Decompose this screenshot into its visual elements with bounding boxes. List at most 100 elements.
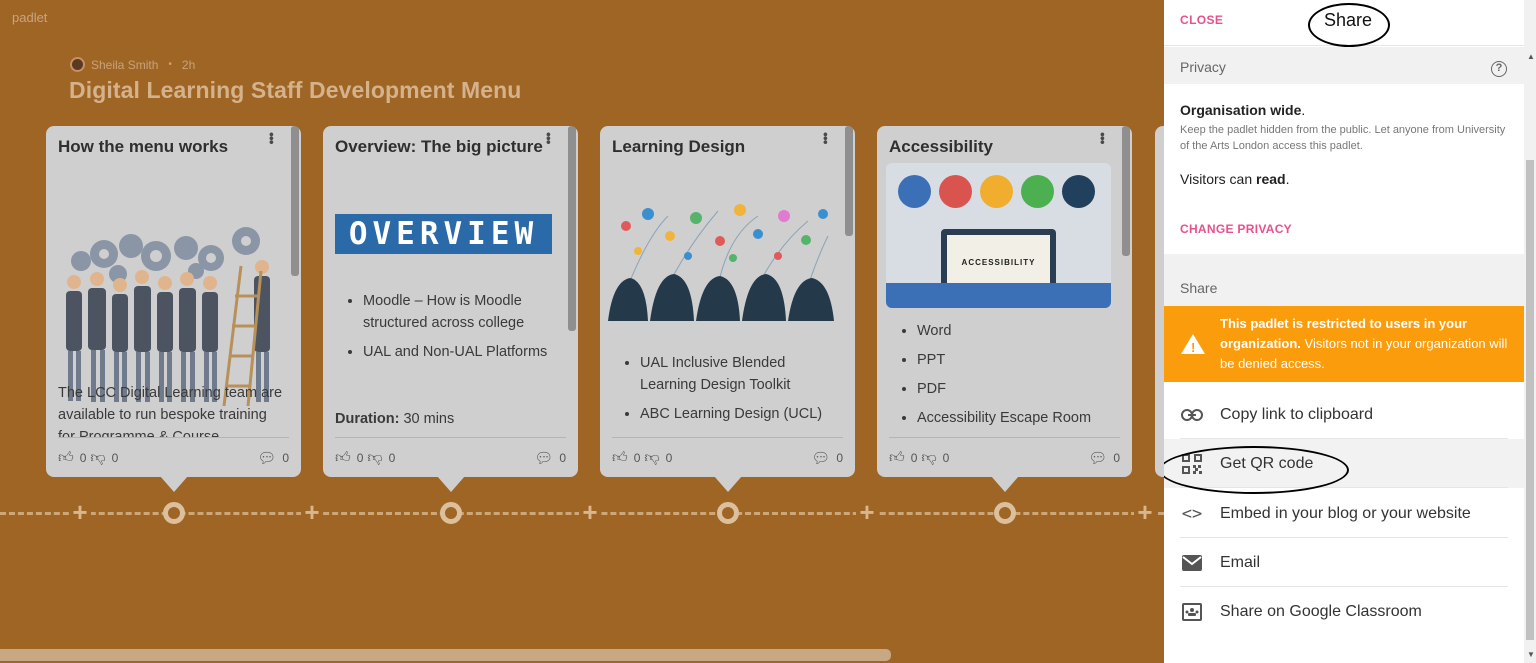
card-pointer xyxy=(714,476,742,492)
card-reactions: 👍︎ 0 👎︎ 0 💬︎ 0 xyxy=(58,437,289,477)
share-section-label: Share xyxy=(1180,280,1218,296)
like-count: 0 xyxy=(633,450,641,465)
comment-count: 0 xyxy=(559,450,566,465)
google-classroom-icon xyxy=(1164,602,1220,622)
list-item: UAL Inclusive Blended Learning Design To… xyxy=(640,352,830,396)
card-how-the-menu-works[interactable]: How the menu works ••• The LCC Digital L… xyxy=(46,126,301,477)
google-classroom-label: Share on Google Classroom xyxy=(1220,602,1422,620)
thumbs-down-icon[interactable]: 👎︎ xyxy=(644,449,659,467)
help-icon[interactable]: ? xyxy=(1491,61,1507,77)
overview-image-text: OVERVIEW xyxy=(348,216,539,252)
card-pointer xyxy=(991,476,1019,492)
google-classroom-button[interactable]: Share on Google Classroom xyxy=(1164,587,1524,636)
thumbs-up-icon[interactable]: 👍︎ xyxy=(612,449,628,467)
padlet-board: padlet Sheila Smith • 2h Digital Learnin… xyxy=(0,0,1164,663)
card-pointer xyxy=(437,476,465,492)
duration-label: Duration: xyxy=(335,411,400,427)
scroll-down-arrow-icon[interactable]: ▼ xyxy=(1527,650,1535,659)
annotation-oval xyxy=(1164,446,1349,494)
card-scrollbar[interactable] xyxy=(291,126,299,276)
privacy-title: Organisation wide. xyxy=(1180,102,1306,118)
audio-icon xyxy=(1021,175,1054,208)
visitors-permission-value: read xyxy=(1256,171,1286,187)
card-body-text: The LCC Digital Learning team are availa… xyxy=(58,385,283,438)
separator-dot: • xyxy=(168,59,172,70)
privacy-section-label: Privacy xyxy=(1180,59,1226,75)
email-icon xyxy=(1164,554,1220,571)
more-options-icon[interactable]: ••• xyxy=(264,132,280,144)
change-privacy-button[interactable]: CHANGE PRIVACY xyxy=(1180,222,1292,236)
add-post-plus-icon[interactable]: + xyxy=(579,499,601,525)
comment-icon[interactable]: 💬︎ xyxy=(534,449,553,467)
thumbs-down-icon[interactable]: 👎︎ xyxy=(367,449,382,467)
cognitive-icon xyxy=(1062,175,1095,208)
vision-icon xyxy=(980,175,1013,208)
card-reactions: 👍︎ 0 👎︎ 0 💬︎ 0 xyxy=(889,437,1120,477)
code-icon: <> xyxy=(1181,503,1203,524)
comment-count: 0 xyxy=(282,450,289,465)
card-bullet-list: UAL Inclusive Blended Learning Design To… xyxy=(640,352,830,432)
close-button[interactable]: CLOSE xyxy=(1180,13,1223,27)
link-icon xyxy=(1164,408,1220,421)
card-accessibility[interactable]: Accessibility ••• ACCESSIBILITY Word PPT… xyxy=(877,126,1132,477)
timeline-node[interactable] xyxy=(163,502,185,524)
copy-link-button[interactable]: Copy link to clipboard xyxy=(1164,390,1524,439)
timeline-node[interactable] xyxy=(440,502,462,524)
comment-icon[interactable]: 💬︎ xyxy=(811,449,830,467)
padlet-logo[interactable]: padlet xyxy=(12,10,47,25)
like-count: 0 xyxy=(79,450,87,465)
more-options-icon[interactable]: ••• xyxy=(541,132,557,144)
embed-button[interactable]: <> Embed in your blog or your website xyxy=(1164,489,1524,538)
timeline-node[interactable] xyxy=(994,502,1016,524)
card-title: Accessibility xyxy=(889,137,993,156)
panel-scrollbar[interactable]: ▲ ▼ xyxy=(1524,0,1536,663)
email-button[interactable]: Email xyxy=(1164,538,1524,587)
thumbs-down-icon[interactable]: 👎︎ xyxy=(921,449,936,467)
card-learning-design[interactable]: Learning Design ••• UAL Inclusive Blende… xyxy=(600,126,855,477)
add-post-plus-icon[interactable]: + xyxy=(1134,499,1156,525)
visitors-permission: Visitors can read. xyxy=(1180,171,1290,187)
visitors-prefix: Visitors can xyxy=(1180,171,1253,187)
card-overview[interactable]: Overview: The big picture ••• OVERVIEW M… xyxy=(323,126,578,477)
list-item: PDF xyxy=(917,378,1117,400)
list-item: Moodle – How is Moodle structured across… xyxy=(363,290,553,334)
thumbs-up-icon[interactable]: 👍︎ xyxy=(889,449,905,467)
warning-text: This padlet is restricted to users in yo… xyxy=(1220,314,1516,374)
horizontal-scrollbar[interactable] xyxy=(0,649,891,661)
more-options-icon[interactable]: ••• xyxy=(818,132,834,144)
scrollbar-thumb[interactable] xyxy=(1526,160,1534,640)
thumbs-up-icon[interactable]: 👍︎ xyxy=(58,449,74,467)
dislike-count: 0 xyxy=(111,450,119,465)
privacy-description: Keep the padlet hidden from the public. … xyxy=(1180,124,1506,152)
dislike-count: 0 xyxy=(388,450,396,465)
card-pointer xyxy=(160,476,188,492)
duration-row: Duration: 30 mins xyxy=(335,408,454,430)
author-name: Sheila Smith xyxy=(91,57,159,72)
board-title: Digital Learning Staff Development Menu xyxy=(69,77,522,103)
comment-icon[interactable]: 💬︎ xyxy=(1088,449,1107,467)
timeline-node[interactable] xyxy=(717,502,739,524)
learning-design-illustration xyxy=(608,204,834,321)
card-reactions: 👍︎ 0 👎︎ 0 💬︎ 0 xyxy=(612,437,843,477)
add-post-plus-icon[interactable]: + xyxy=(69,499,91,525)
author-row: Sheila Smith • 2h xyxy=(70,57,195,72)
comment-icon[interactable]: 💬︎ xyxy=(257,449,276,467)
thumbs-down-icon[interactable]: 👎︎ xyxy=(90,449,105,467)
post-time: 2h xyxy=(181,57,196,72)
dislike-count: 0 xyxy=(665,450,673,465)
card-reactions: 👍︎ 0 👎︎ 0 💬︎ 0 xyxy=(335,437,566,477)
touch-icon xyxy=(898,175,931,208)
card-scrollbar[interactable] xyxy=(1122,126,1130,256)
privacy-section-header: Privacy ? xyxy=(1164,47,1524,84)
card-partial[interactable] xyxy=(1155,126,1164,477)
card-scrollbar[interactable] xyxy=(568,126,576,331)
scroll-up-arrow-icon[interactable]: ▲ xyxy=(1527,52,1535,61)
add-post-plus-icon[interactable]: + xyxy=(301,499,323,525)
more-options-icon[interactable]: ••• xyxy=(1095,132,1111,144)
card-scrollbar[interactable] xyxy=(845,126,853,236)
add-post-plus-icon[interactable]: + xyxy=(856,499,878,525)
comment-count: 0 xyxy=(836,450,843,465)
thumbs-up-icon[interactable]: 👍︎ xyxy=(335,449,351,467)
copy-link-label: Copy link to clipboard xyxy=(1220,405,1373,423)
accessibility-image: ACCESSIBILITY xyxy=(886,163,1111,308)
